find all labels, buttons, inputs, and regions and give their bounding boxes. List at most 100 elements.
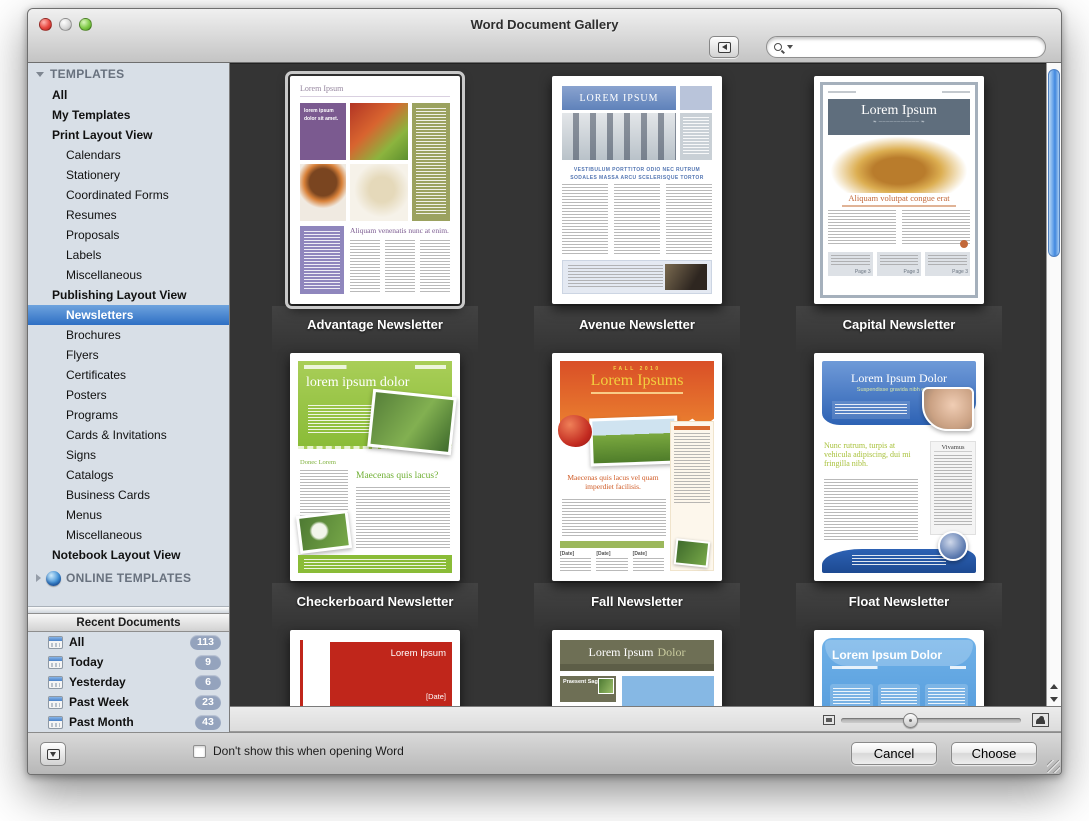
sidebar-item-proposals[interactable]: Proposals: [28, 225, 229, 245]
template-item-advantage[interactable]: Lorem Ipsum lorem ipsum dolor sit amet. …: [280, 76, 470, 353]
thumbnail-date-columns: [Date] [Date] [Date]: [560, 551, 664, 573]
template-thumbnail[interactable]: FALL 2010 Lorem Ipsums Maecenas quis lac…: [552, 353, 722, 581]
templates-section-header[interactable]: TEMPLATES: [28, 63, 229, 85]
zoom-out-icon[interactable]: [823, 715, 835, 725]
recent-item-today[interactable]: Today 9: [28, 652, 229, 672]
template-item-avenue[interactable]: LOREM IPSUM VESTIBULUM PORTTITOR ODIO NE…: [542, 76, 732, 353]
zoom-slider-thumb[interactable]: [903, 713, 918, 728]
sidebar-item-programs[interactable]: Programs: [28, 405, 229, 425]
sidebar-item-miscellaneous-publishing[interactable]: Miscellaneous: [28, 525, 229, 545]
sidebar-item-all[interactable]: All: [28, 85, 229, 105]
template-thumbnail[interactable]: Lorem Ipsum Dolor: [814, 630, 984, 706]
sidebar-item-catalogs[interactable]: Catalogs: [28, 465, 229, 485]
footer-bar: Don't show this when opening Word Cancel…: [28, 732, 1061, 774]
thumbnail-photo-portrait: [922, 387, 974, 431]
scrollbar-thumb[interactable]: [1048, 69, 1060, 257]
thumbnail-photo-peppers: [350, 103, 408, 160]
sidebar-item-cards-invitations[interactable]: Cards & Invitations: [28, 425, 229, 445]
sidebar-item-stationery[interactable]: Stationery: [28, 165, 229, 185]
sidebar-item-posters[interactable]: Posters: [28, 385, 229, 405]
dont-show-checkbox[interactable]: [193, 745, 206, 758]
template-thumbnail[interactable]: Lorem Ipsum ❧ ─────────── ❧ Aliquam volu…: [814, 76, 984, 304]
disclosure-triangle-collapsed-icon[interactable]: [36, 574, 41, 582]
cancel-button[interactable]: Cancel: [851, 742, 937, 765]
zoom-in-icon[interactable]: [1032, 713, 1049, 727]
sidebar-toggle-button[interactable]: [709, 36, 739, 58]
thumbnail-photo-writing: [665, 264, 707, 290]
template-item-float[interactable]: Lorem Ipsum Dolor Suspendisse gravida ni…: [804, 353, 994, 630]
thumbnail-photo-coins: [828, 135, 970, 193]
footer-disclosure-button[interactable]: [40, 742, 66, 766]
sidebar-item-brochures[interactable]: Brochures: [28, 325, 229, 345]
sidebar-item-menus[interactable]: Menus: [28, 505, 229, 525]
template-thumbnail[interactable]: Lorem Ipsum Dolor Suspendisse gravida ni…: [814, 353, 984, 581]
zoom-slider[interactable]: [841, 718, 1021, 723]
recent-item-past-week[interactable]: Past Week 23: [28, 692, 229, 712]
template-item-partial-olive[interactable]: Lorem Ipsum Dolor Praesent Sagittis: [542, 630, 732, 706]
sidebar-item-coordinated-forms[interactable]: Coordinated Forms: [28, 185, 229, 205]
recent-item-all[interactable]: All 113: [28, 632, 229, 652]
count-badge: 6: [195, 675, 221, 690]
template-item-capital[interactable]: Lorem Ipsum ❧ ─────────── ❧ Aliquam volu…: [804, 76, 994, 353]
template-thumbnail[interactable]: Lorem Ipsum Dolor Praesent Sagittis: [552, 630, 722, 706]
vertical-scrollbar[interactable]: [1046, 63, 1061, 706]
sidebar-item-publishing-layout-view[interactable]: Publishing Layout View: [28, 285, 229, 305]
title-bar: Word Document Gallery: [28, 9, 1061, 63]
sidebar-item-labels[interactable]: Labels: [28, 245, 229, 265]
scroll-down-button[interactable]: [1047, 693, 1061, 706]
thumbnail-photo-pasta: [350, 164, 408, 221]
sidebar-item-business-cards[interactable]: Business Cards: [28, 485, 229, 505]
sidebar-item-resumes[interactable]: Resumes: [28, 205, 229, 225]
disclosure-triangle-icon[interactable]: [36, 72, 44, 77]
template-name: Checkerboard Newsletter: [297, 594, 454, 609]
search-menu-arrow-icon[interactable]: [787, 45, 793, 49]
thumbnail-photo-tilted: [367, 389, 457, 455]
recent-item-past-month[interactable]: Past Month 43: [28, 712, 229, 732]
thumbnail-subhead: VESTIBULUM PORTTITOR ODIO NEC RUTRUM SOD…: [566, 166, 708, 182]
thumbnail-footer-boxes: Page 3 Page 3 Page 3: [828, 252, 970, 276]
zoom-strip: [230, 706, 1061, 732]
search-input[interactable]: [795, 38, 1045, 56]
template-thumbnail[interactable]: Lorem Ipsum lorem ipsum dolor sit amet. …: [290, 76, 460, 304]
thumbnail-subhead: Maecenas quis lacus?: [356, 471, 438, 481]
template-thumbnail[interactable]: LOREM IPSUM VESTIBULUM PORTTITOR ODIO NE…: [552, 76, 722, 304]
sidebar-item-newsletters[interactable]: Newsletters: [28, 305, 229, 325]
thumbnail-text-columns: [828, 210, 970, 244]
thumbnail-accent-dot: [960, 240, 968, 248]
thumbnail-photo-bird: [296, 510, 352, 554]
sidebar-item-notebook-layout-view[interactable]: Notebook Layout View: [28, 545, 229, 565]
thumbnail-masthead: Lorem Ipsum Dolor: [560, 640, 714, 664]
calendar-icon: [48, 656, 63, 669]
scroll-up-button[interactable]: [1047, 680, 1061, 693]
thumbnail-header-side-box: [680, 86, 712, 110]
template-item-partial-red[interactable]: Lorem Ipsum [Date]: [280, 630, 470, 706]
count-badge: 43: [195, 715, 221, 730]
sidebar-spacer: [28, 589, 229, 606]
sidebar-item-calendars[interactable]: Calendars: [28, 145, 229, 165]
template-thumbnail[interactable]: Lorem Ipsum [Date]: [290, 630, 460, 706]
template-item-checkerboard[interactable]: lorem ipsum dolor Donec Lorem Maecenas q…: [280, 353, 470, 630]
search-field[interactable]: [766, 36, 1046, 58]
thumbnail-text-columns: [350, 240, 450, 292]
sidebar-splitter[interactable]: [28, 606, 229, 613]
sidebar-item-certificates[interactable]: Certificates: [28, 365, 229, 385]
calendar-icon: [48, 676, 63, 689]
word-document-gallery-window: Word Document Gallery TEMPLATES All My T…: [27, 8, 1062, 775]
recent-item-yesterday[interactable]: Yesterday 6: [28, 672, 229, 692]
template-item-fall[interactable]: FALL 2010 Lorem Ipsums Maecenas quis lac…: [542, 353, 732, 630]
online-templates-header[interactable]: ONLINE TEMPLATES: [28, 567, 229, 589]
sidebar-item-signs[interactable]: Signs: [28, 445, 229, 465]
sidebar-item-flyers[interactable]: Flyers: [28, 345, 229, 365]
thumbnail-photo-small: [674, 538, 711, 567]
recent-documents-header: Recent Documents: [28, 613, 229, 632]
sidebar-item-print-layout-view[interactable]: Print Layout View: [28, 125, 229, 145]
template-thumbnail[interactable]: lorem ipsum dolor Donec Lorem Maecenas q…: [290, 353, 460, 581]
sidebar-item-miscellaneous-print[interactable]: Miscellaneous: [28, 265, 229, 285]
thumbnail-olive-box: Praesent Sagittis: [560, 676, 616, 702]
thumbnail-masthead: Lorem Ipsum: [336, 648, 446, 659]
resize-grip[interactable]: [1047, 760, 1060, 773]
template-name: Avenue Newsletter: [579, 317, 695, 332]
template-item-partial-blue[interactable]: Lorem Ipsum Dolor: [804, 630, 994, 706]
sidebar-item-my-templates[interactable]: My Templates: [28, 105, 229, 125]
choose-button[interactable]: Choose: [951, 742, 1037, 765]
